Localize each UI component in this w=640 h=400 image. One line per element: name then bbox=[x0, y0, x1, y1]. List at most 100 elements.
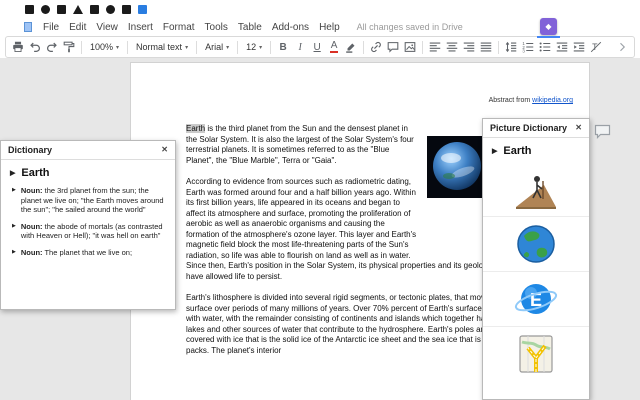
svg-text:3: 3 bbox=[522, 48, 525, 53]
redo-button[interactable] bbox=[44, 38, 60, 56]
zoom-value: 100% bbox=[90, 42, 113, 52]
style-value: Normal text bbox=[136, 42, 182, 52]
toolbar-separator bbox=[422, 41, 423, 54]
align-justify-button[interactable] bbox=[478, 38, 494, 56]
italic-button[interactable]: I bbox=[292, 38, 308, 56]
close-icon[interactable]: ✕ bbox=[575, 124, 582, 132]
triangle-bullet-icon[interactable]: ▶ bbox=[12, 188, 16, 215]
bookmark-icon-2[interactable] bbox=[41, 5, 50, 14]
earth-photo[interactable] bbox=[427, 136, 489, 198]
print-button[interactable] bbox=[10, 38, 26, 56]
chevron-down-icon: ▾ bbox=[259, 44, 262, 51]
toolbar-separator bbox=[237, 41, 238, 54]
triangle-bullet-icon[interactable]: ▶ bbox=[12, 224, 16, 241]
bookmark-icon-8[interactable] bbox=[138, 5, 147, 14]
bulleted-list-button[interactable] bbox=[537, 38, 553, 56]
menu-insert[interactable]: Insert bbox=[123, 22, 158, 33]
picture-cell[interactable] bbox=[483, 327, 589, 381]
menu-edit[interactable]: Edit bbox=[64, 22, 91, 33]
menu-tools[interactable]: Tools bbox=[200, 22, 233, 33]
highlighted-word[interactable]: Earth bbox=[186, 124, 205, 133]
bookmark-icon-3[interactable] bbox=[57, 5, 66, 14]
bookmark-icon-5[interactable] bbox=[90, 5, 99, 14]
screen: File Edit View Insert Format Tools Table… bbox=[0, 0, 640, 400]
menu-table[interactable]: Table bbox=[233, 22, 267, 33]
save-status: All changes saved in Drive bbox=[357, 22, 463, 32]
paint-format-button[interactable] bbox=[61, 38, 77, 56]
bookmark-icon-6[interactable] bbox=[106, 5, 115, 14]
dictionary-panel-title: Dictionary bbox=[8, 145, 52, 155]
bookmark-icon-4[interactable] bbox=[73, 5, 83, 14]
dictionary-entry-text: Noun: The planet that we live on; bbox=[21, 248, 132, 258]
decrease-indent-button[interactable] bbox=[554, 38, 570, 56]
menu-addons[interactable]: Add-ons bbox=[267, 22, 314, 33]
dictionary-entry: ▶ Noun: the abode of mortals (as contras… bbox=[1, 220, 175, 246]
numbered-list-button[interactable]: 123 bbox=[520, 38, 536, 56]
toolbar: 100%▾ Normal text▾ Arial▾ 12▾ B I U A 12… bbox=[5, 36, 635, 58]
picture-dictionary-word: Earth bbox=[503, 145, 531, 157]
wikipedia-link[interactable]: wikipedia.org bbox=[532, 97, 573, 104]
picture-cell[interactable] bbox=[483, 217, 589, 272]
clear-formatting-button[interactable]: T bbox=[588, 38, 604, 56]
insert-comment-button[interactable] bbox=[385, 38, 401, 56]
dictionary-entry: ▶ Noun: The planet that we live on; bbox=[1, 246, 175, 263]
align-left-button[interactable] bbox=[427, 38, 443, 56]
extension-icon[interactable]: ◆ bbox=[540, 18, 557, 35]
menu-help[interactable]: Help bbox=[314, 22, 345, 33]
toolbar-separator bbox=[81, 41, 82, 54]
menu-format[interactable]: Format bbox=[158, 22, 200, 33]
font-size-select[interactable]: 12▾ bbox=[242, 42, 266, 52]
dictionary-word-row[interactable]: ▶ Earth bbox=[1, 160, 175, 184]
dictionary-panel: Dictionary ✕ ▶ Earth ▶ Noun: the 3rd pla… bbox=[0, 140, 176, 310]
chevron-down-icon: ▾ bbox=[185, 44, 188, 51]
menu-file[interactable]: File bbox=[38, 22, 64, 33]
picture-cell[interactable]: E bbox=[483, 272, 589, 327]
picture-cell[interactable] bbox=[483, 162, 589, 217]
toolbar-separator bbox=[127, 41, 128, 54]
paragraph-1-text: is the third planet from the Sun and the… bbox=[186, 124, 414, 165]
map-image bbox=[514, 332, 558, 376]
align-right-button[interactable] bbox=[461, 38, 477, 56]
picture-dictionary-title: Picture Dictionary bbox=[490, 123, 567, 133]
browser-bookmarks-bar bbox=[0, 0, 640, 18]
menu-view[interactable]: View bbox=[91, 22, 123, 33]
bookmark-icon-1[interactable] bbox=[25, 5, 34, 14]
increase-indent-button[interactable] bbox=[571, 38, 587, 56]
bold-button[interactable]: B bbox=[275, 38, 291, 56]
toolbar-separator bbox=[270, 41, 271, 54]
insert-link-button[interactable] bbox=[368, 38, 384, 56]
highlight-color-button[interactable] bbox=[343, 38, 359, 56]
picture-dictionary-word-row[interactable]: ▶ Earth bbox=[483, 138, 589, 162]
expand-triangle-icon[interactable]: ▶ bbox=[10, 170, 15, 177]
expand-triangle-icon[interactable]: ▶ bbox=[492, 148, 497, 155]
bookmark-icon-7[interactable] bbox=[122, 5, 131, 14]
zoom-select[interactable]: 100%▾ bbox=[86, 42, 123, 52]
toolbar-separator bbox=[498, 41, 499, 54]
underline-button[interactable]: U bbox=[309, 38, 325, 56]
text-color-button[interactable]: A bbox=[326, 38, 342, 56]
chevron-down-icon: ▾ bbox=[226, 44, 229, 51]
text-color-glyph: A bbox=[330, 41, 339, 53]
picture-dictionary-header: Picture Dictionary ✕ bbox=[483, 119, 589, 138]
abstract-prefix: Abstract from bbox=[489, 97, 533, 104]
dictionary-word: Earth bbox=[21, 167, 49, 179]
toolbar-separator bbox=[196, 41, 197, 54]
font-value: Arial bbox=[205, 42, 223, 52]
insert-image-button[interactable] bbox=[402, 38, 418, 56]
toolbar-separator bbox=[363, 41, 364, 54]
chevron-down-icon: ▾ bbox=[116, 44, 119, 51]
toolbar-more-icon[interactable] bbox=[614, 38, 630, 56]
globe-image bbox=[514, 222, 558, 266]
dictionary-entry-text: Noun: the abode of mortals (as contraste… bbox=[21, 222, 167, 241]
line-spacing-button[interactable] bbox=[503, 38, 519, 56]
close-icon[interactable]: ✕ bbox=[161, 146, 168, 154]
comment-indicator-icon[interactable] bbox=[594, 124, 611, 145]
font-select[interactable]: Arial▾ bbox=[201, 42, 233, 52]
e-planet-image: E bbox=[514, 277, 558, 321]
undo-button[interactable] bbox=[27, 38, 43, 56]
triangle-bullet-icon[interactable]: ▶ bbox=[12, 250, 16, 258]
align-center-button[interactable] bbox=[444, 38, 460, 56]
dictionary-entry-text: Noun: the 3rd planet from the sun; the p… bbox=[21, 186, 167, 215]
paragraph-style-select[interactable]: Normal text▾ bbox=[132, 42, 192, 52]
font-size-value: 12 bbox=[246, 42, 256, 52]
